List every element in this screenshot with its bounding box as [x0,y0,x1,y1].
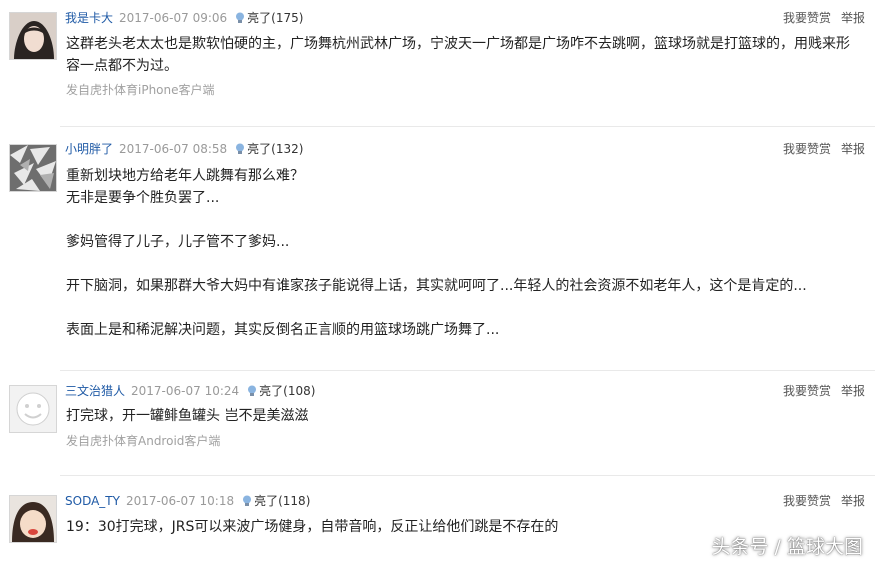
reward-link[interactable]: 我要赞赏 [783,494,831,508]
reward-link[interactable]: 我要赞赏 [783,384,831,398]
username[interactable]: 小明胖了 [65,142,113,156]
lightbulb-icon [248,385,257,396]
timestamp: 2017-06-07 09:06 [119,11,228,25]
comment-meta: 我是卡大 2017-06-07 09:06 亮了(175) [65,9,303,26]
report-link[interactable]: 举报 [841,494,865,508]
lightbulb-icon [243,495,252,506]
comment-actions: 我要赞赏 举报 [773,9,865,26]
username[interactable]: 三文治猎人 [65,384,125,398]
comment-line [66,253,805,275]
comment-line [66,209,805,231]
like-button[interactable]: 亮了(175) [235,11,303,25]
like-count: 亮了(175) [247,11,304,25]
avatar[interactable] [9,12,57,60]
report-link[interactable]: 举报 [841,142,865,156]
timestamp: 2017-06-07 10:24 [131,384,240,398]
comment-actions: 我要赞赏 举报 [773,382,865,399]
reward-link[interactable]: 我要赞赏 [783,142,831,156]
like-button[interactable]: 亮了(132) [235,142,303,156]
username[interactable]: 我是卡大 [65,11,113,25]
comment-line: 开下脑洞，如果那群大爷大妈中有谁家孩子能说得上话，其实就呵呵了...年轻人的社会… [66,278,807,294]
username[interactable]: SODA_TY [65,494,120,508]
comment-body: 19：30打完球，JRS可以来波广场健身，自带音响，反正让给他们跳是不存在的 [66,516,805,538]
comment-meta: 小明胖了 2017-06-07 08:58 亮了(132) [65,140,303,157]
reward-link[interactable]: 我要赞赏 [783,11,831,25]
comment-line: 表面上是和稀泥解决问题，其实反倒名正言顺的用篮球场跳广场舞了... [66,322,500,338]
comment-line: 打完球，开一罐鲱鱼罐头 岂不是美滋滋 [66,408,309,424]
comment-meta: SODA_TY 2017-06-07 10:18 亮了(118) [65,492,310,509]
report-link[interactable]: 举报 [841,384,865,398]
comment-line [66,297,805,319]
avatar[interactable] [9,144,57,192]
like-button[interactable]: 亮了(108) [247,384,315,398]
comment-actions: 我要赞赏 举报 [773,140,865,157]
comment-line: 容一点都不为过。 [66,58,178,74]
like-count: 亮了(118) [254,494,311,508]
lightbulb-icon [236,143,245,154]
comment-line: 无非是要争个胜负罢了... [66,190,220,206]
comment-actions: 我要赞赏 举报 [773,492,865,509]
comment-body: 打完球，开一罐鲱鱼罐头 岂不是美滋滋 [66,405,805,427]
timestamp: 2017-06-07 08:58 [119,142,228,156]
avatar[interactable] [9,385,57,433]
divider [60,126,875,127]
avatar[interactable] [9,495,57,543]
like-count: 亮了(108) [259,384,316,398]
client-source: 发自虎扑体育Android客户端 [66,434,221,448]
timestamp: 2017-06-07 10:18 [125,494,235,508]
watermark: 头条号 / 篮球大图 [711,536,863,558]
report-link[interactable]: 举报 [841,11,865,25]
comment-line: 爹妈管得了儿子，儿子管不了爹妈... [66,234,290,250]
comment-meta: 三文治猎人 2017-06-07 10:24 亮了(108) [65,382,315,399]
comment-line: 这群老头老太太也是欺软怕硬的主，广场舞杭州武林广场，宁波天一广场都是广场咋不去跳… [66,36,850,52]
lightbulb-icon [236,12,245,23]
client-source: 发自虎扑体育iPhone客户端 [66,83,215,97]
divider [60,475,875,476]
divider [60,370,875,371]
comment-body: 重新划块地方给老年人跳舞有那么难？ 无非是要争个胜负罢了... 爹妈管得了儿子，… [66,165,807,341]
like-count: 亮了(132) [247,142,304,156]
like-button[interactable]: 亮了(118) [242,494,310,508]
comment-body: 这群老头老太太也是欺软怕硬的主，广场舞杭州武林广场，宁波天一广场都是广场咋不去跳… [66,33,850,77]
comment-line: 重新划块地方给老年人跳舞有那么难？ [66,168,304,184]
comment-line: 19：30打完球，JRS可以来波广场健身，自带音响，反正让给他们跳是不存在的 [66,519,559,535]
